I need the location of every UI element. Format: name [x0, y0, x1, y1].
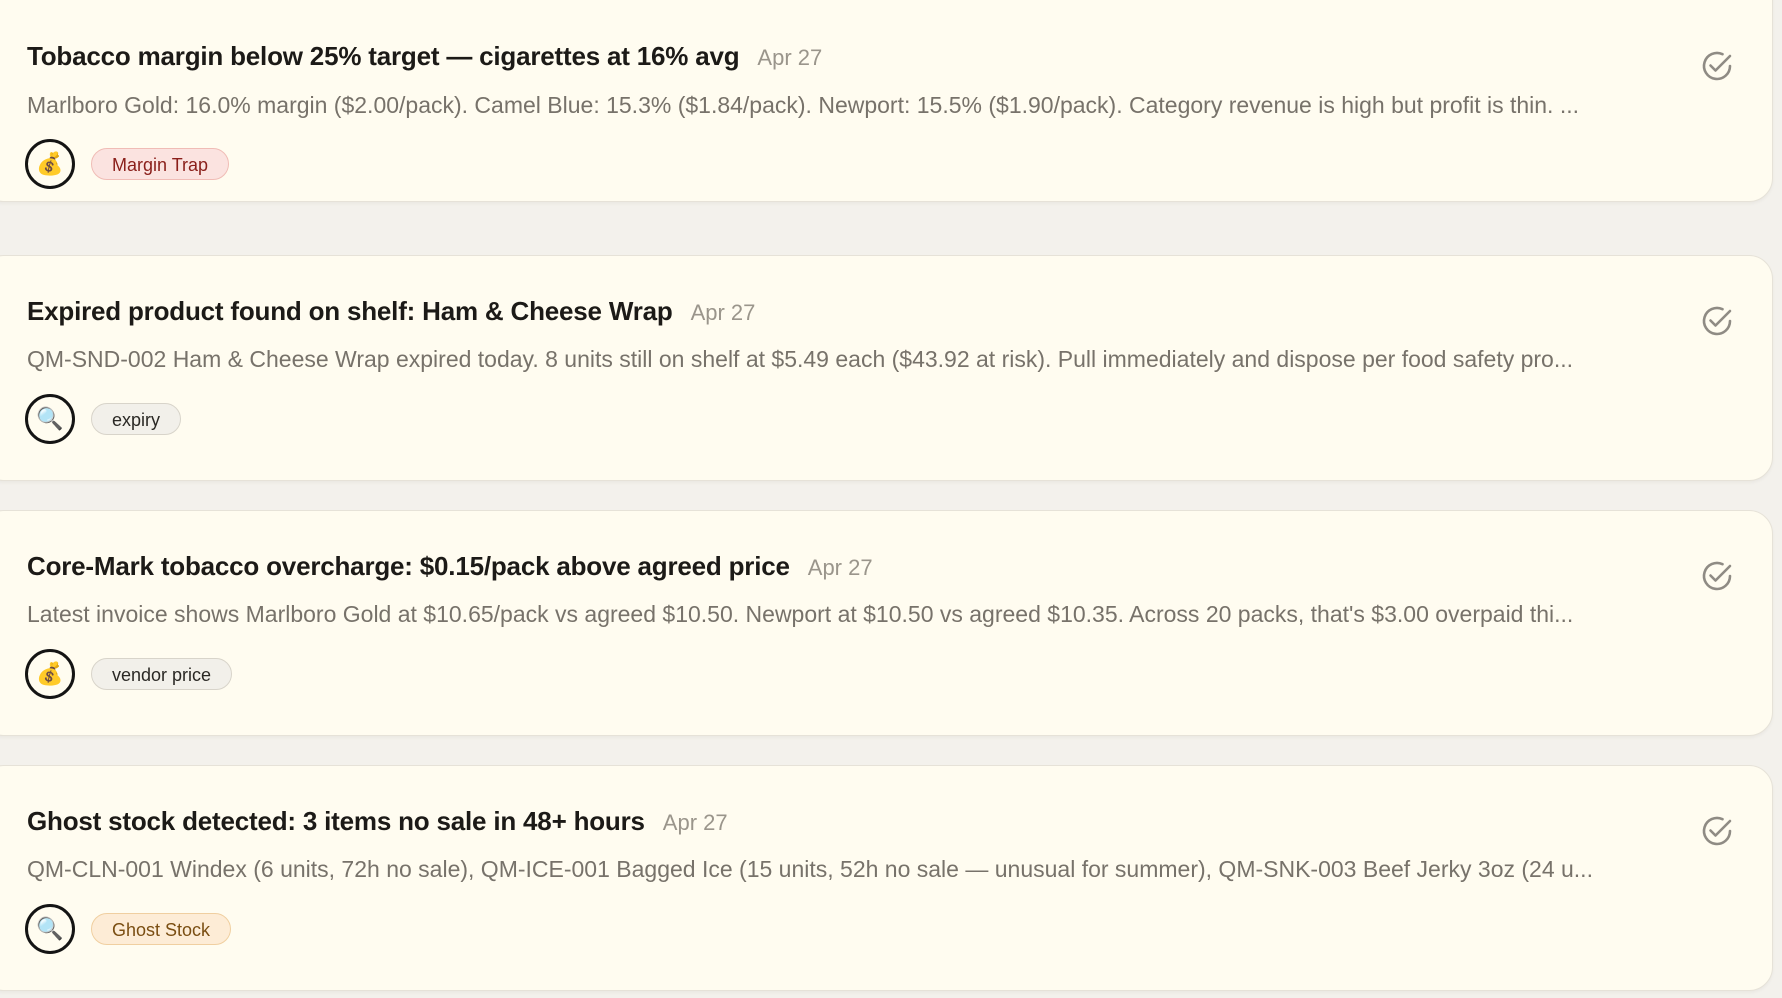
- money-bag-icon: 💰: [25, 139, 75, 189]
- alert-description: QM-CLN-001 Windex (6 units, 72h no sale)…: [27, 856, 1593, 882]
- alert-card[interactable]: Core-Mark tobacco overcharge: $0.15/pack…: [0, 510, 1773, 736]
- tag-expiry[interactable]: expiry: [91, 403, 182, 435]
- magnifier-icon: 🔍: [25, 904, 75, 954]
- icon-glyph: 🔍: [36, 916, 64, 941]
- alert-title-row: Expired product found on shelf: Ham & Ch…: [27, 296, 755, 327]
- alert-title: Tobacco margin below 25% target — cigare…: [27, 41, 740, 71]
- icon-glyph: 🔍: [36, 406, 64, 431]
- alert-title-row: Core-Mark tobacco overcharge: $0.15/pack…: [27, 551, 873, 582]
- alert-date: Apr 27: [757, 45, 823, 70]
- alert-date: Apr 27: [807, 555, 873, 580]
- tag-ghost-stock[interactable]: Ghost Stock: [91, 913, 232, 945]
- mark-done-icon[interactable]: [1700, 49, 1734, 83]
- alert-card[interactable]: Tobacco margin below 25% target — cigare…: [0, 0, 1773, 202]
- alert-card[interactable]: Expired product found on shelf: Ham & Ch…: [0, 255, 1773, 481]
- mark-done-icon[interactable]: [1700, 814, 1734, 848]
- alert-description: Latest invoice shows Marlboro Gold at $1…: [27, 601, 1574, 627]
- alert-description: Marlboro Gold: 16.0% margin ($2.00/pack)…: [27, 92, 1580, 118]
- alert-title-row: Ghost stock detected: 3 items no sale in…: [27, 806, 728, 837]
- alert-title: Core-Mark tobacco overcharge: $0.15/pack…: [27, 551, 790, 581]
- money-bag-icon: 💰: [25, 649, 75, 699]
- alert-title-row: Tobacco margin below 25% target — cigare…: [27, 41, 822, 72]
- tag-vendor-price[interactable]: vendor price: [91, 658, 233, 690]
- alert-title: Ghost stock detected: 3 items no sale in…: [27, 806, 645, 836]
- mark-done-icon[interactable]: [1700, 304, 1734, 338]
- alert-description: QM-SND-002 Ham & Cheese Wrap expired tod…: [27, 346, 1574, 372]
- icon-glyph: 💰: [36, 661, 64, 686]
- alert-card[interactable]: Ghost stock detected: 3 items no sale in…: [0, 765, 1773, 991]
- mark-done-icon[interactable]: [1700, 559, 1734, 593]
- tag-margin-trap[interactable]: Margin Trap: [91, 148, 230, 180]
- alert-date: Apr 27: [690, 300, 756, 325]
- alert-date: Apr 27: [662, 810, 728, 835]
- alert-title: Expired product found on shelf: Ham & Ch…: [27, 296, 673, 326]
- icon-glyph: 💰: [36, 151, 64, 176]
- magnifier-icon: 🔍: [25, 394, 75, 444]
